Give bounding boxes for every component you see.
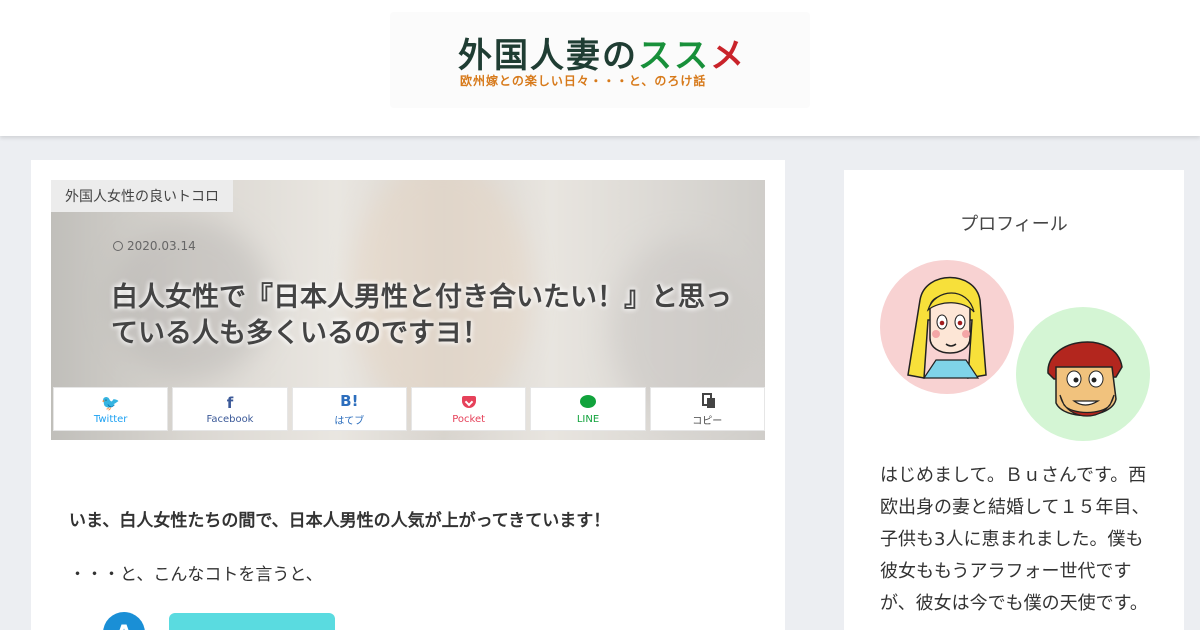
- pocket-icon: [461, 394, 476, 412]
- post-date: 2020.03.14: [113, 239, 196, 253]
- facebook-icon: f: [226, 393, 234, 412]
- copy-icon: [702, 392, 716, 410]
- share-twitter-button[interactable]: 🐦 Twitter: [53, 387, 169, 431]
- sidebar-profile: プロフィール はじめまして。Ｂｕさんです。西欧出身の妻と結婚して１５年目、子供も…: [844, 170, 1184, 630]
- profile-bio: はじめまして。Ｂｕさんです。西欧出身の妻と結婚して１５年目、子供も3人に恵まれま…: [880, 465, 1150, 614]
- profile-heading: プロフィール: [960, 214, 1068, 235]
- eyecatch-image: 外国人女性の良いトコロ 2020.03.14 白人女性で『日本人男性と付き合いた…: [51, 180, 765, 440]
- article-paragraph: ・・・と、こんなコトを言うと、: [69, 565, 323, 585]
- post-title: 白人女性で『日本人男性と付き合いたい！』と思っている人も多くいるのですヨ！: [111, 282, 732, 349]
- logo-title: 外国人妻のススメ: [458, 36, 746, 76]
- site-logo[interactable]: 外国人妻のススメ 欧州嫁との楽しい日々・・・と、のろけ話: [390, 12, 810, 108]
- logo-subtitle: 欧州嫁との楽しい日々・・・と、のろけ話: [460, 74, 707, 88]
- twitter-icon: 🐦: [101, 393, 120, 412]
- article-lead: いま、白人女性たちの間で、日本人男性の人気が上がってきています！: [69, 511, 611, 531]
- share-line-button[interactable]: LINE: [530, 387, 646, 431]
- share-hatena-button[interactable]: B! はてブ: [291, 387, 407, 431]
- line-icon: [579, 394, 596, 412]
- husband-avatar: [1016, 307, 1150, 441]
- share-facebook-button[interactable]: f Facebook: [172, 387, 288, 431]
- hatena-icon: B!: [340, 391, 359, 410]
- speech-bubble: [169, 613, 335, 630]
- wife-avatar: [880, 260, 1014, 394]
- share-pocket-button[interactable]: Pocket: [410, 387, 527, 431]
- speaker-avatar: A: [103, 612, 145, 630]
- site-header: 外国人妻のススメ 欧州嫁との楽しい日々・・・と、のろけ話: [0, 0, 1200, 136]
- category-label[interactable]: 外国人女性の良いトコロ: [51, 180, 233, 212]
- article-card: 外国人女性の良いトコロ 2020.03.14 白人女性で『日本人男性と付き合いた…: [31, 160, 785, 630]
- update-clock-icon: [113, 241, 123, 251]
- share-copy-button[interactable]: コピー: [649, 387, 765, 431]
- share-buttons: 🐦 Twitter f Facebook B! はてブ Pocket LINE: [53, 387, 765, 431]
